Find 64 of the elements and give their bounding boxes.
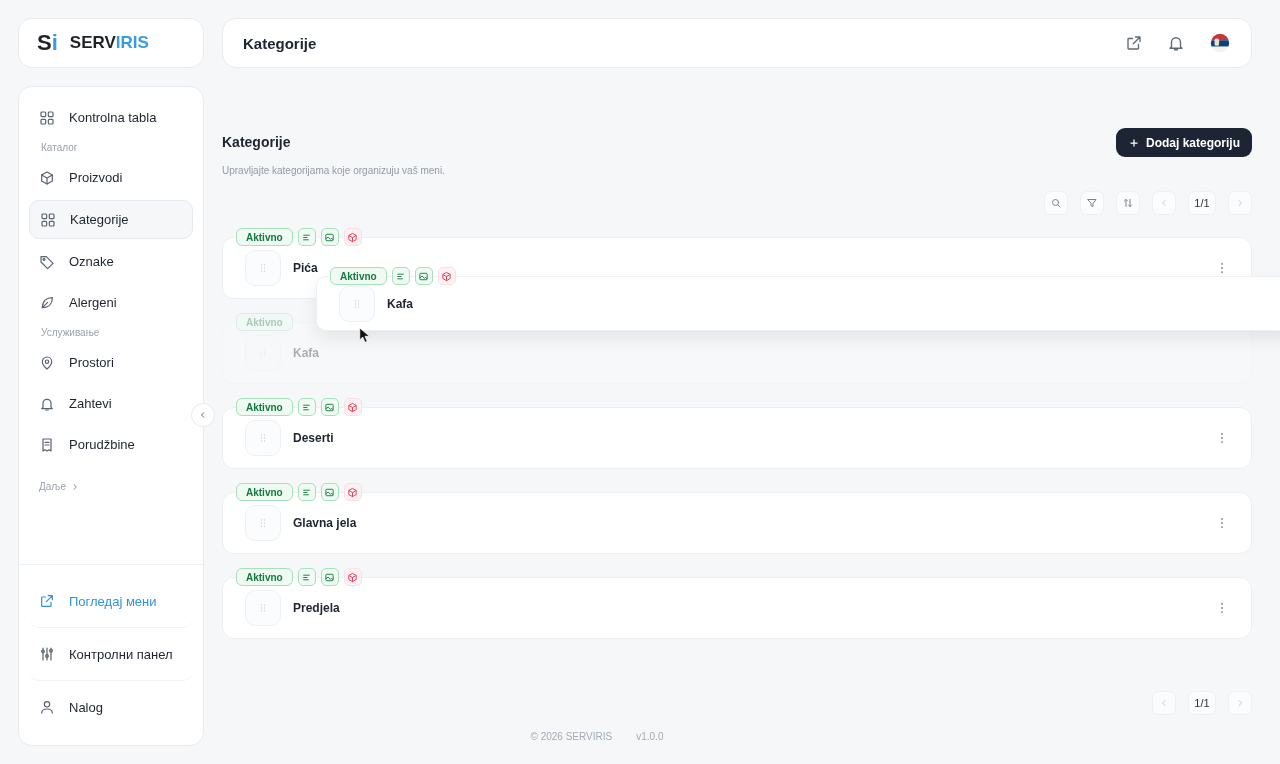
sort-button[interactable]: [1116, 191, 1140, 215]
location-pin-icon: [39, 354, 55, 371]
external-link-icon[interactable]: [1125, 34, 1143, 52]
cube-icon: [39, 169, 55, 186]
category-name: Kafa: [387, 296, 414, 311]
previous-page-button[interactable]: [1152, 191, 1176, 215]
version-text: v1.0.0: [636, 731, 664, 742]
external-link-icon: [39, 593, 55, 609]
status-badge: Aktivno: [236, 568, 293, 586]
sidebar-item[interactable]: Prostori: [29, 344, 193, 381]
collapse-button[interactable]: [191, 403, 215, 427]
next-page-button[interactable]: [1228, 691, 1252, 715]
sidebar-item[interactable]: Kategorije: [29, 200, 193, 239]
category-name: Predjela: [293, 601, 341, 615]
sidebar-item[interactable]: Alergeni: [29, 284, 193, 321]
search-icon: [1050, 197, 1062, 209]
drag-handle[interactable]: [245, 505, 281, 541]
section-subtitle: Upravljajte kategorijama koje organizuju vaš meni.: [222, 165, 445, 176]
receipt-icon: [39, 436, 55, 453]
section-label: Каталог: [40, 141, 79, 155]
mouse-cursor-icon: [359, 327, 371, 344]
category-name: Pića: [293, 261, 319, 275]
status-badge: Aktivno: [236, 313, 293, 331]
sidebar-item[interactable]: Kontrolna tabla: [29, 99, 193, 136]
sidebar-item[interactable]: Zahtevi: [29, 385, 193, 422]
filter-icon: [1086, 197, 1098, 209]
status-badge: Aktivno: [236, 483, 293, 501]
drag-handle[interactable]: [245, 590, 281, 626]
logo-mark: Si: [37, 30, 58, 56]
category-name: Glavna jela: [293, 516, 358, 530]
next-page-button[interactable]: [1228, 191, 1252, 215]
grid-icon: [39, 109, 55, 126]
drag-handle[interactable]: [339, 285, 375, 322]
user-icon: [39, 699, 55, 715]
sidebar-item[interactable]: Porudžbine: [29, 426, 193, 463]
sidebar-item[interactable]: Proizvodi: [29, 159, 193, 196]
drag-handle[interactable]: [245, 420, 281, 456]
sliders-icon: [39, 646, 55, 662]
status-badge: Aktivno: [236, 228, 293, 246]
page-indicator: 1/1: [1188, 191, 1216, 215]
sidebar-item[interactable]: Nalog: [29, 681, 193, 733]
drag-handle[interactable]: [245, 250, 281, 286]
category-name: Kafa: [293, 346, 320, 360]
tag-icon: [39, 253, 55, 270]
grid-icon: [40, 211, 56, 228]
add-category-button[interactable]: Dodaj kategoriju: [1116, 128, 1252, 157]
notification-bell-icon[interactable]: [1167, 34, 1185, 52]
status-badge: Aktivno: [236, 398, 293, 416]
search-button[interactable]: [1044, 191, 1068, 215]
brand-name: SERVIRIS: [69, 33, 149, 53]
page-title: Kategorije: [243, 34, 317, 52]
sidebar-item[interactable]: Контролни панел: [29, 628, 193, 681]
section-label: Услуживање: [40, 326, 101, 340]
status-badge: Aktivno: [330, 267, 387, 285]
filter-button[interactable]: [1080, 191, 1104, 215]
page-indicator: 1/1: [1188, 691, 1216, 715]
sidebar-item[interactable]: Oznake: [29, 243, 193, 280]
sort-icon: [1122, 197, 1134, 209]
copyright-text: © 2026 SERVIRIS: [530, 731, 613, 742]
section-title: Kategorije: [222, 134, 292, 150]
leaf-icon: [39, 294, 55, 311]
flag-avatar-icon[interactable]: [1209, 32, 1231, 54]
category-name: Deserti: [293, 431, 335, 445]
previous-page-button[interactable]: [1152, 691, 1176, 715]
